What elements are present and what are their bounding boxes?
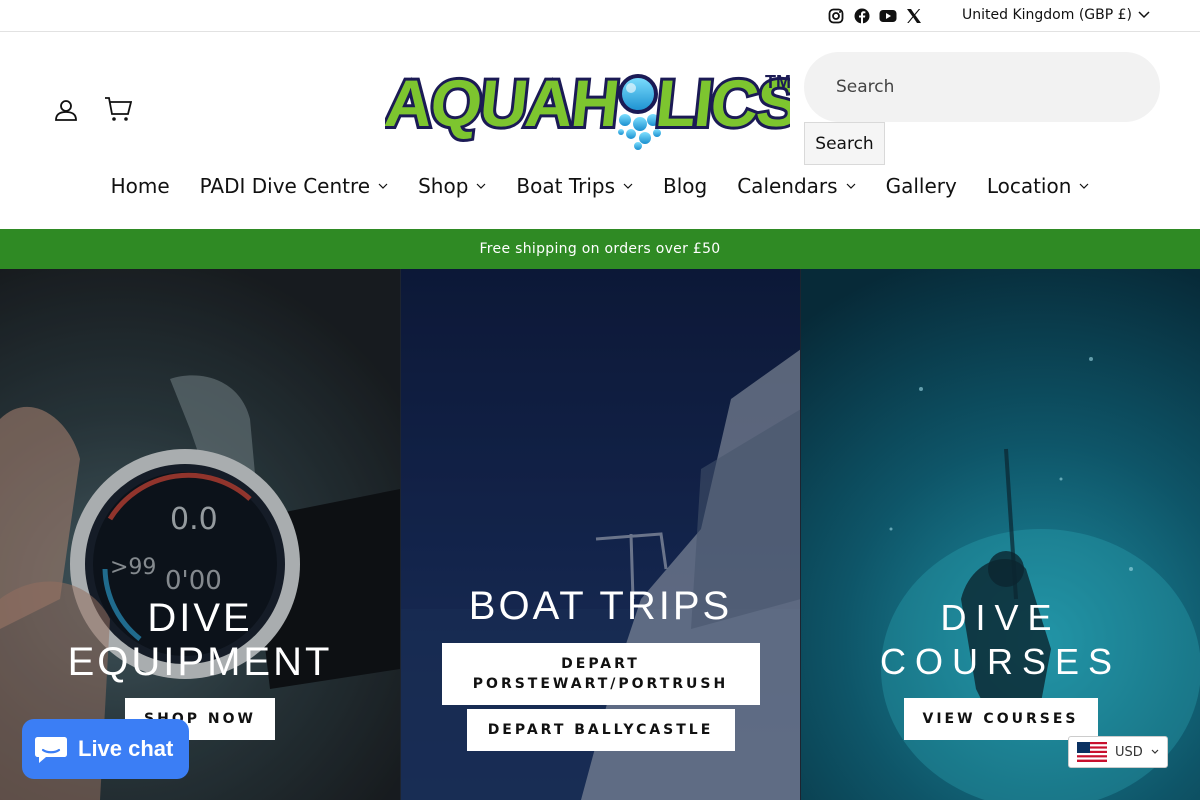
chevron-down-icon	[623, 183, 633, 189]
nav-item-padi-dive-centre[interactable]: PADI Dive Centre	[200, 174, 388, 198]
live-chat-label: Live chat	[78, 736, 174, 761]
logo-wordmark-left: AQUAH	[385, 68, 621, 141]
announcement-text: Free shipping on orders over £50	[479, 241, 721, 257]
main-nav: Home PADI Dive Centre Shop Boat Trips Bl…	[0, 174, 1200, 198]
utility-bar: United Kingdom (GBP £)	[0, 0, 1200, 32]
region-currency-selector[interactable]: United Kingdom (GBP £)	[962, 7, 1150, 23]
nav-item-location[interactable]: Location	[987, 174, 1090, 198]
social-links	[827, 7, 923, 25]
chat-bubble-icon	[35, 737, 67, 763]
view-courses-button[interactable]: VIEW COURSES	[903, 698, 1098, 740]
chevron-down-icon	[1151, 749, 1159, 754]
nav-item-blog[interactable]: Blog	[663, 174, 707, 198]
youtube-icon[interactable]	[879, 7, 897, 25]
search-input[interactable]	[804, 52, 1160, 122]
facebook-icon[interactable]	[853, 7, 871, 25]
nav-item-shop[interactable]: Shop	[418, 174, 486, 198]
depart-ballycastle-button[interactable]: DEPART BALLYCASTLE	[466, 709, 735, 751]
currency-code: USD	[1115, 744, 1143, 760]
us-flag-icon	[1077, 742, 1107, 762]
instagram-icon[interactable]	[827, 7, 845, 25]
panel-boat-trips[interactable]: BOAT TRIPS DEPART PORSTEWART/PORTRUSH DE…	[400, 269, 800, 800]
nav-item-calendars[interactable]: Calendars	[737, 174, 856, 198]
panel-dive-courses[interactable]: DIVE COURSES VIEW COURSES	[800, 269, 1200, 800]
nav-item-boat-trips[interactable]: Boat Trips	[516, 174, 633, 198]
chevron-down-icon	[378, 183, 388, 189]
cart-icon[interactable]	[104, 96, 132, 122]
live-chat-button[interactable]: Live chat	[22, 719, 189, 779]
trademark-mark: TM	[765, 72, 790, 92]
depart-portstewart-portrush-button[interactable]: DEPART PORSTEWART/PORTRUSH	[441, 643, 760, 705]
nav-item-home[interactable]: Home	[111, 174, 170, 198]
chevron-down-icon	[1079, 183, 1089, 189]
chevron-down-icon	[1138, 11, 1150, 19]
search-button[interactable]: Search	[804, 122, 885, 165]
account-icon[interactable]	[54, 98, 78, 122]
region-currency-label: United Kingdom (GBP £)	[962, 7, 1132, 23]
chevron-down-icon	[846, 183, 856, 189]
panel-title-boat-trips: BOAT TRIPS	[468, 584, 733, 628]
nav-item-gallery[interactable]: Gallery	[886, 174, 957, 198]
panel-title-dive-equipment: DIVE EQUIPMENT	[67, 596, 333, 684]
aquaholics-logo[interactable]: AQUAH AQUAH LICS LICS TM	[385, 68, 790, 150]
announcement-bar: Free shipping on orders over £50	[0, 229, 1200, 269]
currency-converter[interactable]: USD	[1068, 736, 1168, 768]
x-icon[interactable]	[905, 7, 923, 25]
chevron-down-icon	[476, 183, 486, 189]
panel-title-dive-courses: DIVE COURSES	[879, 597, 1122, 682]
